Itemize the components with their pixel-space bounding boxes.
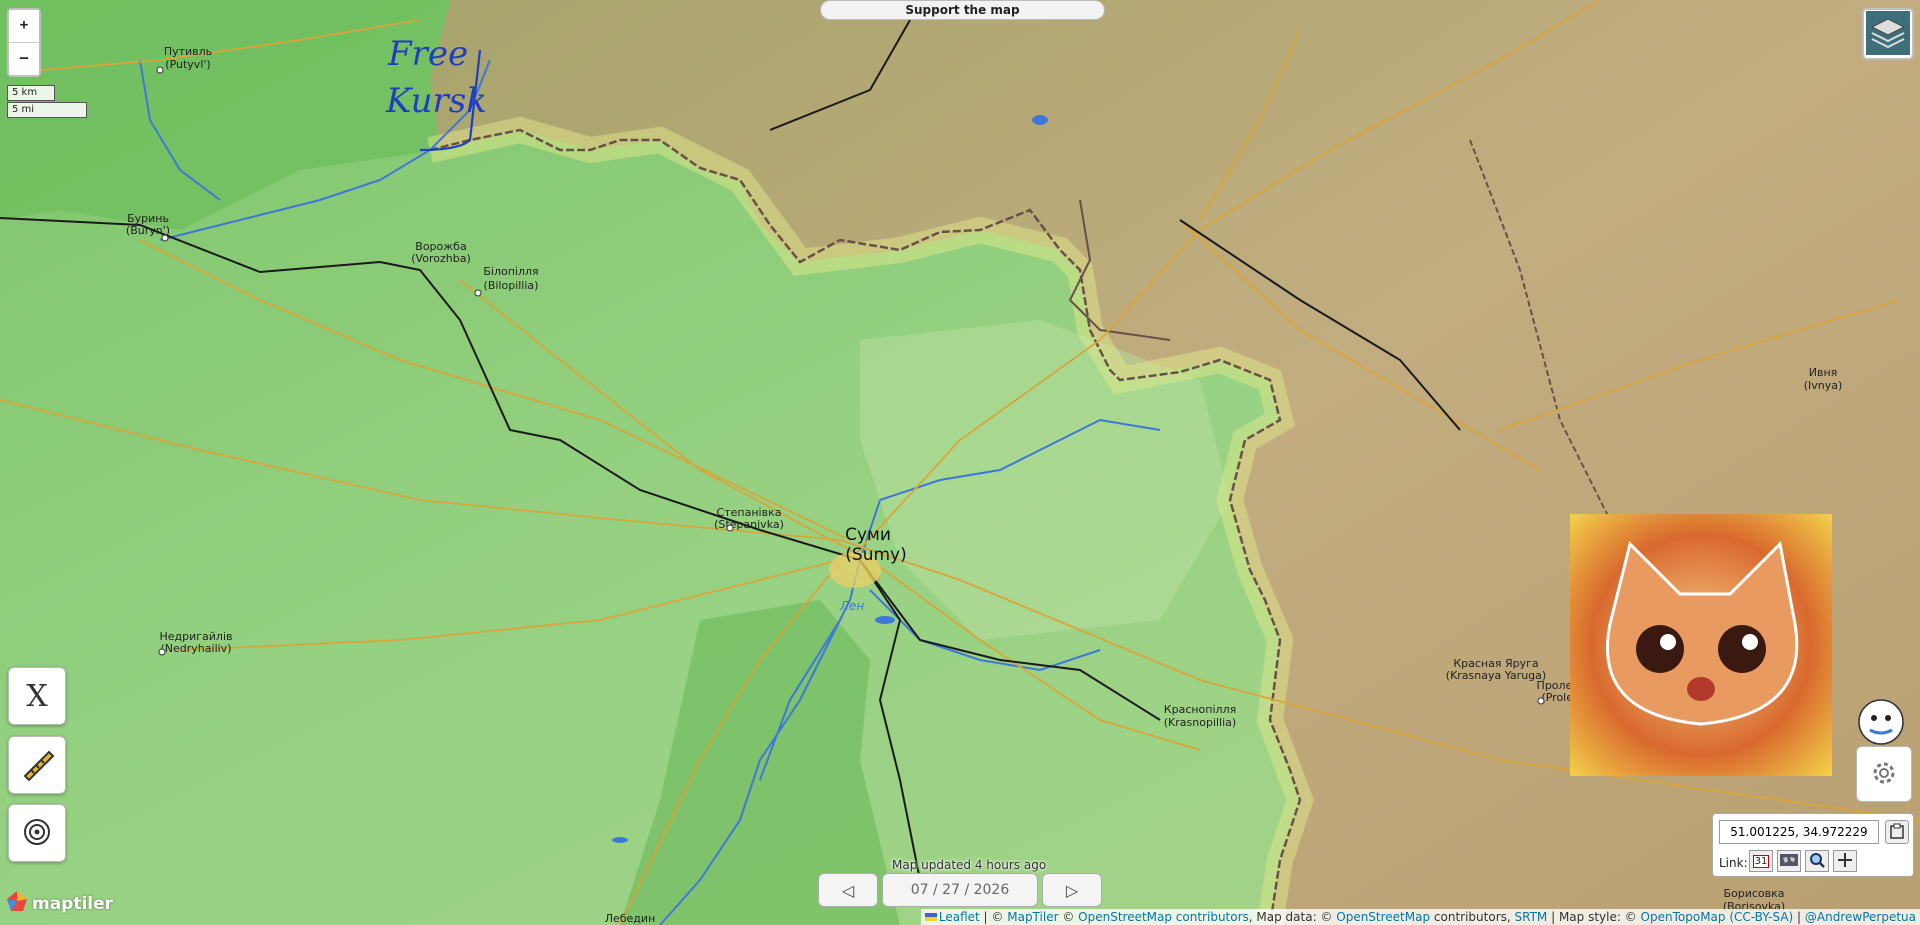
author-link[interactable]: @AndrewPerpetua	[1805, 910, 1916, 924]
layers-icon	[1866, 10, 1910, 58]
x-share-button[interactable]: X	[8, 667, 66, 725]
mascot-icon[interactable]	[1850, 690, 1912, 753]
place-label: (Krasnopillia)	[1164, 716, 1236, 729]
map-link-button[interactable]	[1777, 850, 1801, 872]
crosshair-icon	[1837, 852, 1853, 871]
coordinate-input[interactable]	[1719, 820, 1879, 844]
attribution-text: | ©	[979, 910, 1008, 924]
zoom-control: + –	[7, 8, 41, 77]
coordinate-panel: Link: 31	[1712, 813, 1914, 877]
zoom-in-button[interactable]: +	[9, 10, 39, 42]
opentopomap-link[interactable]: OpenTopoMap	[1641, 910, 1726, 924]
gear-icon	[1868, 757, 1900, 792]
place-label: Білопілля	[483, 265, 538, 278]
license-link[interactable]: (CC-BY-SA)	[1729, 910, 1793, 924]
x-logo-icon: X	[26, 678, 48, 714]
search-icon	[1809, 852, 1825, 871]
search-link-button[interactable]	[1805, 850, 1829, 872]
place-label: (Putyvl')	[165, 58, 210, 71]
attribution-text: ©	[1058, 910, 1079, 924]
leaflet-link[interactable]: Leaflet	[939, 910, 980, 924]
maptiler-logo[interactable]: maptiler	[6, 890, 113, 917]
clipboard-icon	[1890, 823, 1904, 842]
place-label: (Bilopillia)	[484, 279, 539, 292]
maptiler-logo-text: maptiler	[32, 893, 114, 914]
maptiler-icon	[6, 890, 28, 917]
place-label: Путивль	[164, 45, 212, 58]
annotation-line-2: Kursk	[385, 81, 487, 121]
support-button[interactable]: Support the map	[820, 0, 1105, 20]
place-label: Лебедин	[605, 912, 656, 925]
scale-km: 5 km	[7, 85, 55, 101]
place-label: (Nedryhailiv)	[161, 642, 232, 655]
place-label: Краснопілля	[1164, 703, 1236, 716]
map-canvas[interactable]: Free Kursk Путивль (Putyvl') Буринь (Bur…	[0, 0, 1920, 925]
map-updated-text: Map updated 4 hours ago	[892, 858, 1047, 872]
layers-button[interactable]	[1862, 8, 1914, 60]
lake	[1032, 115, 1048, 125]
world-map-icon	[1780, 853, 1798, 869]
calendar-icon: 31	[1752, 854, 1770, 868]
target-icon	[22, 817, 52, 850]
scale-mi: 5 mi	[7, 102, 87, 118]
link-label: Link:	[1719, 856, 1748, 870]
place-label: (Krasnaya Yaruga)	[1446, 669, 1546, 682]
place-label: Ивня	[1809, 366, 1838, 379]
date-selector[interactable]: 07 / 27 / 2026	[882, 873, 1038, 907]
attribution-text: | Map style: ©	[1547, 910, 1641, 924]
attribution-text: , Map data: ©	[1248, 910, 1337, 924]
place-label: (Stepanivka)	[714, 518, 784, 531]
osm-contributors-link[interactable]: OpenStreetMap contributors	[1078, 910, 1249, 924]
copy-coordinates-button[interactable]	[1885, 820, 1909, 844]
city-label: Суми	[845, 525, 891, 545]
place-label: Борисовка	[1723, 887, 1784, 900]
target-button[interactable]	[8, 804, 66, 862]
calendar-link-button[interactable]: 31	[1749, 850, 1773, 872]
district-label: Лен	[839, 599, 864, 613]
attribution-text: contributors,	[1430, 910, 1515, 924]
ruler-button[interactable]	[8, 736, 66, 794]
place-label: (Vorozhba)	[411, 252, 470, 265]
city-label: (Sumy)	[845, 545, 906, 565]
next-date-button[interactable]: ▷	[1042, 873, 1102, 907]
cat-avatar-image	[1570, 514, 1832, 776]
ruler-icon	[19, 746, 55, 785]
zoom-out-button[interactable]: –	[9, 42, 39, 75]
attribution-text: |	[1793, 910, 1805, 924]
lake	[612, 837, 628, 843]
annotation-line-1: Free	[387, 34, 468, 74]
lake	[875, 616, 895, 624]
place-label: (Ivnya)	[1804, 379, 1843, 392]
ukraine-flag-icon	[924, 913, 937, 921]
attribution-bar: Leaflet | © MapTiler © OpenStreetMap con…	[920, 909, 1920, 925]
crosshair-link-button[interactable]	[1833, 850, 1857, 872]
maptiler-link[interactable]: MapTiler	[1007, 910, 1058, 924]
srtm-link[interactable]: SRTM	[1515, 910, 1548, 924]
osm-link[interactable]: OpenStreetMap	[1336, 910, 1430, 924]
prev-date-button[interactable]: ◁	[818, 873, 878, 907]
settings-button[interactable]	[1856, 746, 1912, 802]
